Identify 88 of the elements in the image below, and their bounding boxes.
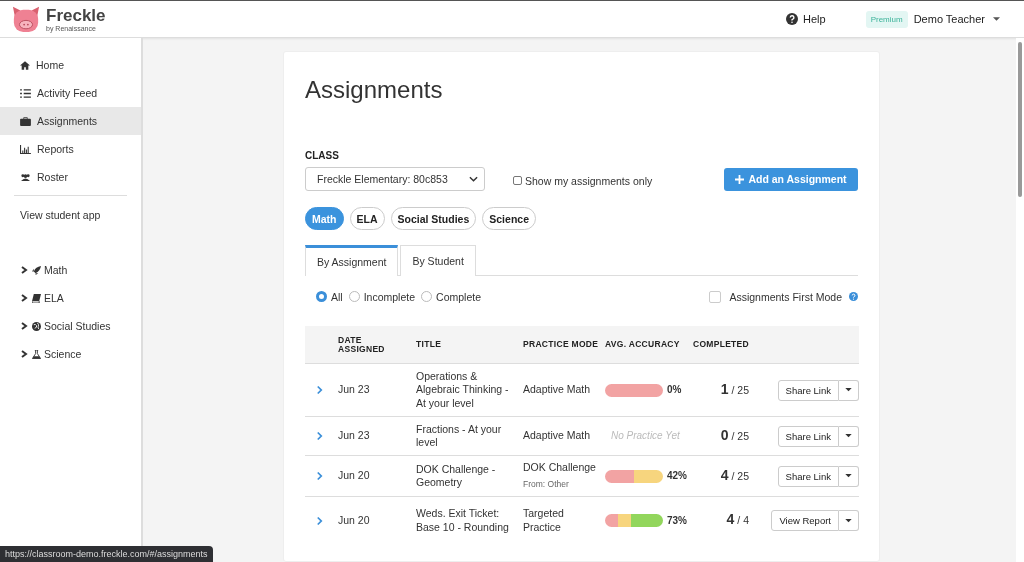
- caret-icon: [845, 434, 852, 438]
- completed-count: 1: [720, 382, 729, 397]
- accuracy-value: 42%: [667, 469, 687, 483]
- plan-badge: Premium: [865, 10, 908, 28]
- list-icon: [20, 88, 31, 98]
- dropdown-button[interactable]: [839, 465, 859, 487]
- status-url: https://classroom-demo.freckle.com/#/assignments: [0, 546, 213, 562]
- action-button[interactable]: Share Link: [777, 465, 839, 487]
- nav-item[interactable]: Home: [0, 51, 141, 79]
- page-title: Assignments: [305, 76, 444, 104]
- plus-icon: [735, 174, 745, 184]
- nav-item[interactable]: Science: [0, 340, 141, 368]
- completed-total: / 25: [731, 469, 749, 484]
- home-icon: [20, 60, 30, 70]
- nav-item[interactable]: Social Studies: [0, 312, 141, 340]
- table-cell-text: Adaptive Math: [523, 429, 592, 443]
- dropdown-button[interactable]: [839, 425, 859, 447]
- brand-name: Freckle: [46, 6, 106, 24]
- column-header: COMPLETED: [691, 340, 750, 349]
- table-cell: Jun 20: [338, 469, 370, 482]
- nav-item[interactable]: Roster: [0, 163, 141, 191]
- table-cell: Operations & Algebraic Thinking - At your level: [416, 369, 509, 409]
- empty-note: No Practice Yet: [610, 429, 680, 443]
- action-button[interactable]: View Report: [771, 510, 839, 531]
- completed-total: / 25: [731, 429, 749, 444]
- checkbox-option[interactable]: Assignments First Mode: [709, 290, 858, 303]
- accuracy-bar: [605, 383, 663, 397]
- flask-icon: [32, 349, 41, 359]
- accuracy-value: 73%: [667, 513, 687, 528]
- tab[interactable]: By Student: [400, 245, 476, 276]
- table-cell: Weds. Exit Ticket: Base 10 - Rounding: [416, 507, 509, 533]
- table-cell: Jun 23: [338, 429, 370, 442]
- source-label: From: Other: [523, 477, 570, 491]
- nav-item[interactable]: Assignments: [0, 107, 141, 135]
- rocket-icon: [32, 265, 41, 275]
- completed-count: 4: [726, 513, 735, 527]
- nav-item[interactable]: Reports: [0, 135, 141, 163]
- column-header: AVG. ACCURACY: [604, 340, 681, 349]
- nav-item[interactable]: ELA: [0, 284, 141, 312]
- table-cell: Fractions - At your level: [416, 422, 502, 448]
- accuracy-value: 0%: [667, 383, 682, 397]
- field-label: CLASS: [305, 150, 340, 161]
- completed-count: 4: [720, 468, 729, 483]
- action-button[interactable]: Share Link: [777, 425, 839, 447]
- accuracy-bar: [605, 469, 663, 483]
- column-header: TITLE: [415, 340, 443, 349]
- completed-count: 0: [720, 428, 729, 443]
- completed-total: / 4: [737, 514, 749, 528]
- completed-total: / 25: [731, 383, 749, 398]
- accuracy-bar: [605, 514, 663, 527]
- column-header: DATE ASSIGNED: [337, 336, 386, 353]
- caret-icon: [993, 16, 1000, 22]
- user-menu[interactable]: Demo Teacher: [913, 13, 1000, 25]
- checkbox-option[interactable]: Show my assignments only: [513, 174, 653, 187]
- radio-option[interactable]: All: [316, 290, 343, 303]
- subject-pill[interactable]: Science: [482, 207, 536, 230]
- bar-chart-icon: [20, 144, 31, 154]
- dropdown-button[interactable]: [839, 510, 859, 531]
- class-dropdown[interactable]: Freckle Elementary: 80c853: [305, 167, 485, 191]
- book-icon: [32, 293, 41, 303]
- help-link[interactable]: Help: [786, 13, 826, 25]
- globe-icon: [32, 321, 41, 331]
- caret-icon: [845, 388, 852, 392]
- tab[interactable]: By Assignment: [305, 245, 399, 276]
- table-cell: Jun 23: [338, 383, 370, 396]
- table-cell: DOK Challenge - Geometry: [416, 462, 496, 488]
- caret-icon: [845, 518, 852, 523]
- table-cell-text: Adaptive Math: [523, 383, 592, 397]
- subject-pill[interactable]: ELA: [349, 207, 385, 230]
- nav-item[interactable]: Math: [0, 256, 141, 284]
- nav-link[interactable]: View student app: [0, 202, 141, 228]
- table-cell-text: DOK Challenge: [523, 461, 597, 475]
- caret-icon: [469, 176, 478, 182]
- radio-option[interactable]: Complete: [421, 290, 481, 303]
- table-cell-text: Targeted Practice: [523, 507, 565, 534]
- briefcase-icon: [20, 116, 31, 126]
- subject-pill[interactable]: Social Studies: [390, 207, 477, 230]
- help-icon: [786, 13, 798, 25]
- pig-icon: [10, 5, 42, 33]
- caret-icon: [845, 474, 852, 478]
- column-header: PRACTICE MODE: [522, 340, 600, 349]
- dropdown-button[interactable]: [839, 379, 859, 401]
- radio-option[interactable]: Incomplete: [348, 290, 416, 303]
- help-icon[interactable]: [849, 292, 858, 301]
- action-button[interactable]: Share Link: [777, 379, 839, 401]
- nav-item[interactable]: Activity Feed: [0, 79, 141, 107]
- table-cell: Jun 20: [338, 513, 370, 526]
- scrollbar[interactable]: [1016, 38, 1024, 562]
